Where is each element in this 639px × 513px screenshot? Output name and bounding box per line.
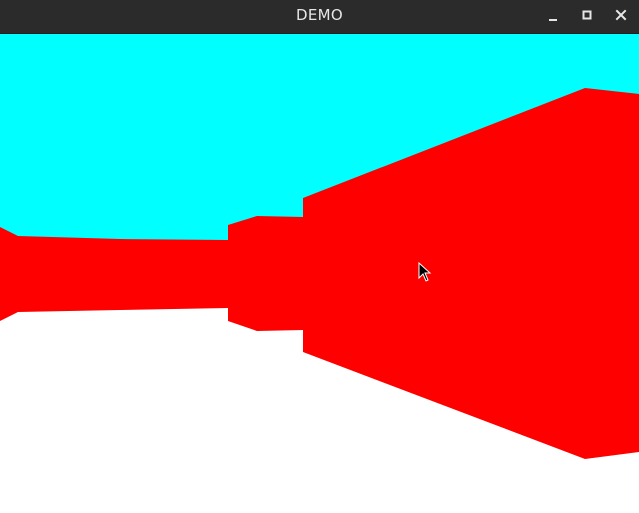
- game-scene[interactable]: [0, 34, 639, 513]
- app-window: DEMO: [0, 0, 639, 513]
- wall-segment-middle: [257, 216, 303, 331]
- minimize-icon: [549, 19, 557, 21]
- minimize-button[interactable]: [540, 4, 566, 28]
- wall-segment-left: [0, 227, 228, 321]
- wall-segment-middle-angled: [228, 216, 257, 331]
- maximize-icon: [582, 10, 592, 20]
- title-bar[interactable]: DEMO: [0, 0, 639, 34]
- close-icon: [615, 9, 627, 21]
- game-viewport[interactable]: [0, 34, 639, 513]
- close-button[interactable]: [608, 4, 634, 28]
- maximize-button[interactable]: [574, 4, 600, 28]
